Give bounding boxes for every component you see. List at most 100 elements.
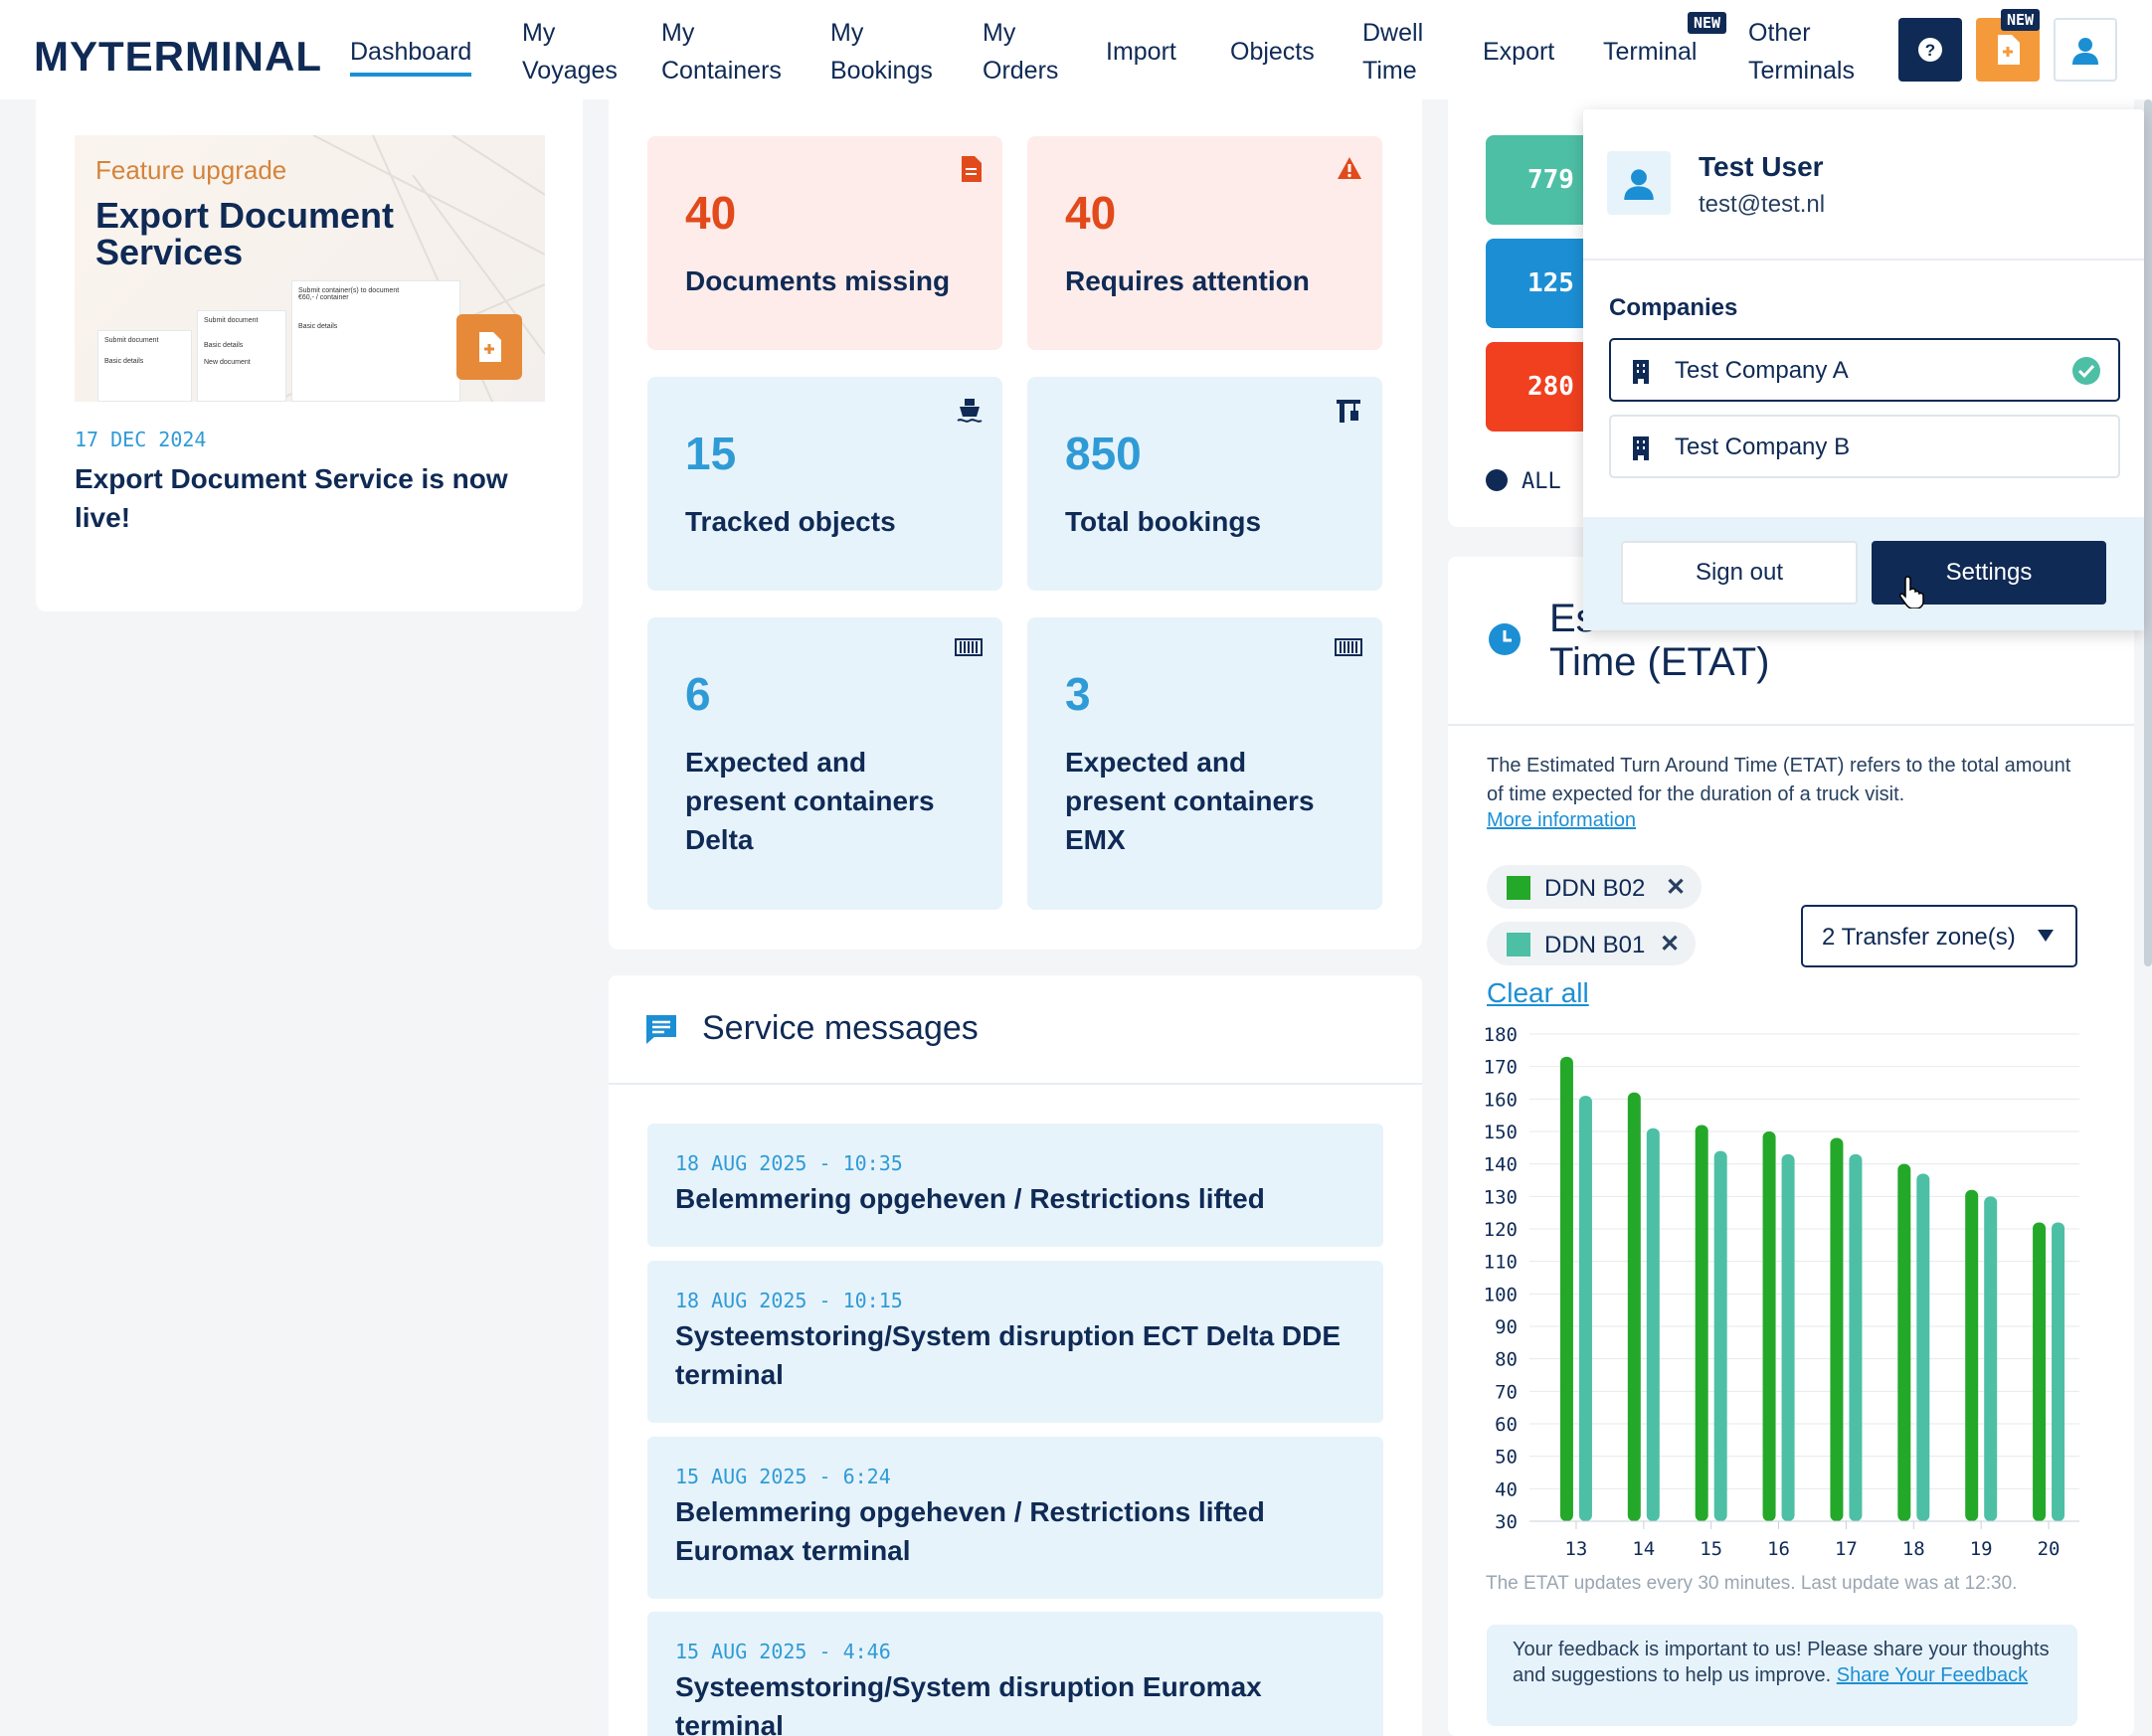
dropdown-arrow-icon <box>2038 930 2054 942</box>
nav-dwell-time[interactable]: Dwell Time <box>1362 14 1423 89</box>
clock-icon <box>1489 623 1521 655</box>
company-name: Test Company A <box>1675 357 1849 384</box>
feature-image[interactable]: Feature upgrade Export Document Services … <box>75 135 545 402</box>
user-menu-button[interactable] <box>2054 18 2117 82</box>
service-messages-title: Service messages <box>702 1009 979 1047</box>
update-note: The ETAT updates every 30 minutes. Last … <box>1486 1573 2018 1594</box>
y-tick-label: 140 <box>1484 1154 1518 1176</box>
stat-label: Expected and present containers EMX <box>1065 747 1315 855</box>
x-tick-label: 18 <box>1902 1538 1925 1560</box>
new-badge: NEW <box>1688 12 1727 34</box>
filter-chip[interactable]: DDN B02 ✕ <box>1487 865 1702 909</box>
x-tick-label: 20 <box>2038 1538 2061 1560</box>
stat-value: 6 <box>685 668 711 720</box>
feature-title: Export Document Services <box>95 195 395 272</box>
nav-my-containers[interactable]: My Containers <box>661 14 782 89</box>
chart-bar <box>1849 1153 1863 1521</box>
stat-card-requires-attention[interactable]: 40 Requires attention <box>1027 136 1382 350</box>
feature-tag: Feature upgrade <box>95 155 287 185</box>
nav-my-bookings[interactable]: My Bookings <box>830 14 933 89</box>
new-badge: NEW <box>2001 9 2041 31</box>
transfer-zone-select[interactable]: 2 Transfer zone(s) <box>1801 905 2077 967</box>
document-plus-tile <box>456 314 522 380</box>
share-feedback-link[interactable]: Share Your Feedback <box>1837 1664 2028 1686</box>
help-button[interactable]: ? <box>1898 18 1962 82</box>
chip-label: DDN B01 <box>1544 932 1646 958</box>
y-tick-label: 160 <box>1484 1089 1518 1111</box>
more-information-link[interactable]: More information <box>1487 809 1636 832</box>
etat-panel: Es Time (ETAT) The Estimated Turn Around… <box>1448 557 2134 1736</box>
avatar <box>1607 151 1671 215</box>
remove-chip-icon[interactable]: ✕ <box>1660 930 1680 958</box>
stat-label: Expected and present containers Delta <box>685 747 935 855</box>
y-tick-label: 30 <box>1495 1511 1518 1533</box>
feature-headline[interactable]: Export Document Service is now live! <box>75 459 542 537</box>
service-message[interactable]: 18 AUG 2025 - 10:15 Systeemstoring/System… <box>647 1261 1383 1423</box>
logo[interactable]: MYTERMINAL <box>34 33 322 81</box>
sign-out-button[interactable]: Sign out <box>1621 541 1858 605</box>
companies-label: Companies <box>1609 294 1738 321</box>
stat-value: 850 <box>1065 428 1142 479</box>
stat-card-containers-emx[interactable]: 3 Expected and present containers EMX <box>1027 617 1382 910</box>
chart-bar <box>1984 1196 1998 1521</box>
select-value: 2 Transfer zone(s) <box>1822 924 2016 951</box>
stat-label: Tracked objects <box>685 506 896 537</box>
building-icon <box>1633 360 1649 384</box>
document-plus-icon <box>479 332 501 362</box>
container-icon <box>1335 638 1362 656</box>
stat-card-tracked-objects[interactable]: 15 Tracked objects <box>647 377 1002 591</box>
service-message[interactable]: 15 AUG 2025 - 6:24 Belemmering opgeheven … <box>647 1437 1383 1599</box>
user-icon <box>1624 169 1654 200</box>
company-option-b[interactable]: Test Company B <box>1609 415 2120 478</box>
legend-swatch <box>1507 933 1530 956</box>
y-tick-label: 80 <box>1495 1349 1518 1371</box>
y-tick-label: 110 <box>1484 1252 1518 1274</box>
scrollbar-thumb[interactable] <box>2144 99 2152 966</box>
remove-chip-icon[interactable]: ✕ <box>1666 873 1686 902</box>
container-icon <box>955 638 983 656</box>
nav-other-terminals[interactable]: Other Terminals <box>1748 14 1855 89</box>
chart-bar <box>1578 1096 1592 1521</box>
stat-value: 40 <box>1065 187 1117 239</box>
clear-all-link[interactable]: Clear all <box>1487 977 1589 1009</box>
y-tick-label: 180 <box>1484 1024 1518 1046</box>
nav-objects[interactable]: Objects <box>1230 33 1315 71</box>
chart-bar <box>1830 1137 1844 1521</box>
service-message[interactable]: 18 AUG 2025 - 10:35 Belemmering opgeheven… <box>647 1124 1383 1247</box>
document-plus-icon <box>1998 35 2020 65</box>
chart-bar <box>1781 1153 1795 1521</box>
x-tick-label: 14 <box>1632 1538 1655 1560</box>
stat-label: Documents missing <box>685 265 951 296</box>
stat-card-total-bookings[interactable]: 850 Total bookings <box>1027 377 1382 591</box>
y-tick-label: 170 <box>1484 1057 1518 1079</box>
legend-dot <box>1486 469 1508 491</box>
company-option-a[interactable]: Test Company A <box>1609 338 2120 402</box>
service-message[interactable]: 15 AUG 2025 - 4:46 Systeemstoring/System … <box>647 1612 1383 1736</box>
top-header: MYTERMINAL Dashboard My Voyages My Contain… <box>0 0 2152 99</box>
chart-bar <box>1762 1131 1776 1521</box>
feature-panel: Feature upgrade Export Document Services … <box>36 99 583 611</box>
stat-value: 40 <box>685 187 737 239</box>
stat-card-documents-missing[interactable]: 40 Documents missing <box>647 136 1002 350</box>
chart-bar <box>1965 1189 1979 1521</box>
stat-value: 15 <box>685 428 737 479</box>
nav-import[interactable]: Import <box>1106 33 1176 71</box>
chart-bar <box>2052 1222 2065 1521</box>
chat-icon <box>646 1015 676 1044</box>
nav-dashboard[interactable]: Dashboard <box>350 33 472 77</box>
legend-all[interactable]: ALL <box>1522 469 1561 494</box>
chart-bar <box>2033 1222 2047 1521</box>
mock-card-2: Submit document Basic details New document <box>197 310 286 402</box>
stat-card-containers-delta[interactable]: 6 Expected and present containers Delta <box>647 617 1002 910</box>
filter-chip[interactable]: DDN B01 ✕ <box>1487 922 1696 965</box>
x-tick-label: 15 <box>1700 1538 1722 1560</box>
user-menu-dropdown: Test User test@test.nl Companies Test Co… <box>1583 109 2144 630</box>
document-icon <box>962 156 982 182</box>
nav-my-orders[interactable]: My Orders <box>983 14 1058 89</box>
nav-terminal[interactable]: Terminal <box>1603 33 1697 71</box>
mock-card-3: Submit container(s) to document €60,- / c… <box>291 280 460 402</box>
nav-export[interactable]: Export <box>1483 33 1554 71</box>
user-name: Test User <box>1699 151 1824 182</box>
nav-my-voyages[interactable]: My Voyages <box>522 14 618 89</box>
feature-date: 17 DEC 2024 <box>75 428 207 451</box>
